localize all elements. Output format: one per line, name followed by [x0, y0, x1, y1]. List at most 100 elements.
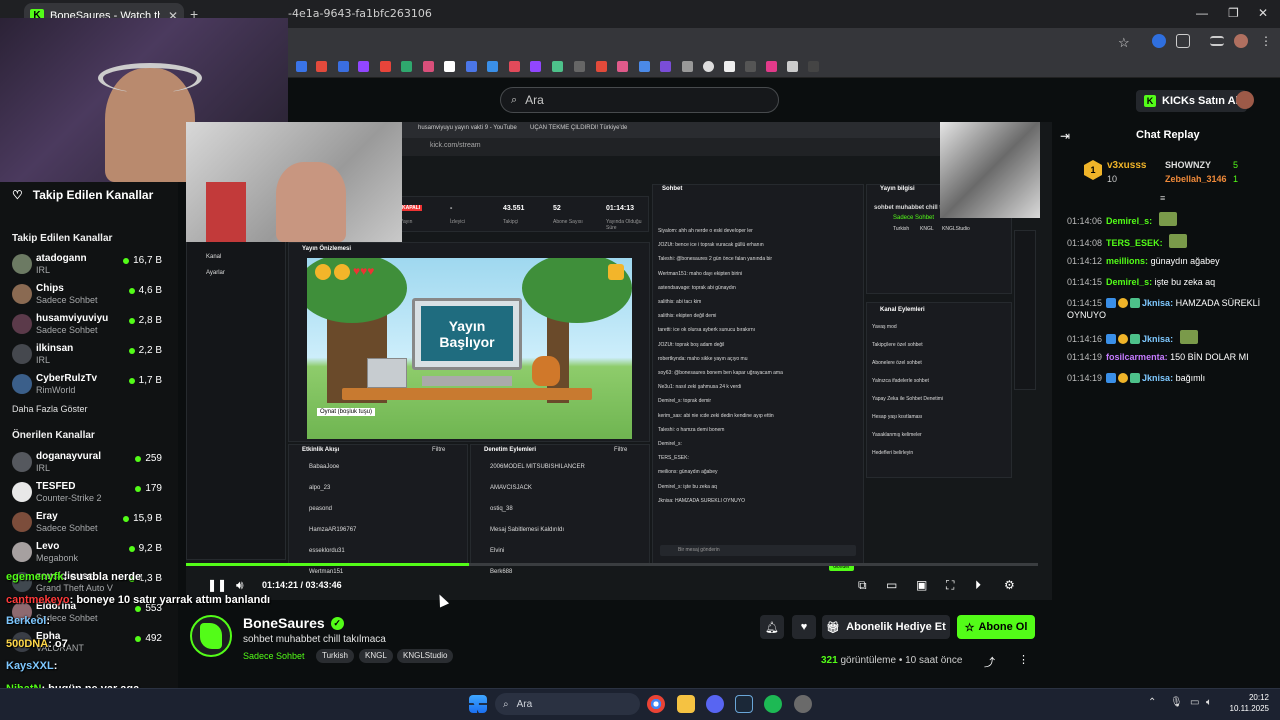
followed-channel-item[interactable]: Chips Sadece Sohbet 4,6 B — [12, 282, 162, 308]
followed-channel-item[interactable]: ilkinsan IRL 2,2 B — [12, 342, 162, 368]
tray-chevron-icon[interactable]: ⌃ — [1148, 697, 1156, 708]
bookmark-1-icon[interactable] — [296, 61, 307, 72]
app-icon[interactable] — [794, 695, 812, 713]
chat-username[interactable]: Jknisa: — [1142, 298, 1173, 308]
chat-username[interactable]: fosilcarmenta: — [1106, 352, 1168, 362]
viewer-count-text: 179 — [145, 483, 162, 494]
time-total: 03:43:46 — [305, 580, 342, 590]
show-more-link[interactable]: Daha Fazla Göster — [12, 404, 88, 414]
share-icon[interactable]: ⤴ — [984, 654, 995, 670]
chat-username[interactable]: Jknisa: — [1142, 334, 1173, 344]
maximize-icon[interactable]: ❐ — [1228, 6, 1239, 20]
bookmark-6-icon[interactable] — [401, 61, 412, 72]
speed-icon[interactable]: ⏵ — [975, 578, 981, 593]
bookmark-12-icon[interactable] — [530, 61, 541, 72]
chat-username[interactable]: Demirel_s: — [1106, 277, 1152, 287]
extension-icon[interactable] — [1152, 34, 1166, 48]
channel-name: Chips — [36, 283, 64, 294]
notification-bell-button[interactable]: 🔔︎ — [760, 615, 784, 639]
extensions-puzzle-icon[interactable] — [1176, 34, 1190, 48]
bookmark-16-icon[interactable] — [617, 61, 628, 72]
subscribe-button[interactable]: ☆ Abone Ol — [957, 615, 1035, 639]
tag-turkish[interactable]: Turkish — [316, 649, 354, 663]
chat-timestamp: 01:14:15 — [1067, 298, 1103, 308]
theater-icon[interactable]: ▭ — [886, 578, 897, 592]
fullscreen-icon[interactable]: ⛶ — [946, 578, 954, 593]
bookmark-2-icon[interactable] — [316, 61, 327, 72]
bookmark-14-icon[interactable] — [574, 61, 585, 72]
bookmark-22-icon[interactable] — [745, 61, 756, 72]
url-text[interactable]: -4e1a-9643-fa1bfc263106 — [288, 7, 432, 20]
bookmark-19-icon[interactable] — [682, 61, 693, 72]
followed-channel-item[interactable]: husamviyuviyu Sadece Sohbet 2,8 B — [12, 312, 162, 338]
steam-icon[interactable] — [735, 695, 753, 713]
volume-icon[interactable]: 🔊︎ — [236, 578, 244, 593]
user-avatar[interactable] — [1236, 91, 1254, 109]
bookmark-star-icon[interactable]: ☆ — [1118, 35, 1132, 50]
bookmark-8-icon[interactable] — [444, 61, 455, 72]
bookmark-13-icon[interactable] — [552, 61, 563, 72]
recommended-channel-item[interactable]: doganayvural IRL 259 — [12, 450, 162, 476]
speaker-icon[interactable]: 🔈︎ — [1206, 697, 1212, 708]
bookmark-15-icon[interactable] — [596, 61, 607, 72]
bookmark-23-icon[interactable] — [766, 61, 777, 72]
bookmark-9-icon[interactable] — [466, 61, 477, 72]
gift-subscription-button[interactable]: 🎁︎ Abonelik Hediye Et — [822, 615, 950, 639]
bookmark-20-icon[interactable] — [703, 61, 714, 72]
settings-icon[interactable]: ⚙ — [1004, 578, 1015, 592]
taskbar-search[interactable]: ⌕ Ara — [495, 693, 640, 715]
tag-kngl[interactable]: KNGL — [359, 649, 393, 663]
stream-category[interactable]: Sadece Sohbet — [243, 651, 305, 661]
bookmark-11-icon[interactable] — [509, 61, 520, 72]
bookmark-21-icon[interactable] — [724, 61, 735, 72]
minimize-icon[interactable]: — — [1196, 6, 1208, 20]
bookmark-3-icon[interactable] — [338, 61, 349, 72]
spotify-icon[interactable] — [764, 695, 782, 713]
chrome-taskbar-icon[interactable] — [647, 695, 665, 713]
chat-username[interactable]: TERS_ESEK: — [1106, 238, 1163, 248]
bookmark-4-icon[interactable] — [358, 61, 369, 72]
bookmark-18-icon[interactable] — [660, 61, 671, 72]
recommended-channel-item[interactable]: Eray Sadece Sohbet 15,9 B — [12, 510, 162, 536]
channel-avatar[interactable] — [190, 615, 232, 657]
tag-knglstudio[interactable]: KNGLStudio — [397, 649, 454, 663]
expand-leaderboard-icon[interactable]: ≡ — [1160, 193, 1165, 203]
bookmark-25-icon[interactable] — [808, 61, 819, 72]
channel-avatar — [12, 542, 32, 562]
channel-action-item: Yalnızca ifadelerle sohbet — [872, 378, 929, 384]
file-explorer-icon[interactable] — [677, 695, 695, 713]
recommended-channel-item[interactable]: TESFED Counter-Strike 2 179 — [12, 480, 162, 506]
followed-channel-item[interactable]: atadogann IRL 16,7 B — [12, 252, 162, 278]
bookmark-24-icon[interactable] — [787, 61, 798, 72]
reading-list-icon[interactable] — [1210, 36, 1224, 46]
close-window-icon[interactable]: ✕ — [1258, 6, 1268, 20]
inner-chat-message: meilions: günaydın ağabey — [658, 469, 718, 476]
bookmark-17-icon[interactable] — [639, 61, 650, 72]
collapse-chat-icon[interactable]: ⇥ — [1060, 129, 1070, 143]
recommended-channel-item[interactable]: Levo Megabonk 9,2 B — [12, 540, 162, 566]
buy-kicks-button[interactable]: K KICKs Satın Al — [1136, 90, 1247, 112]
clock-time: 20:12 — [1248, 693, 1269, 702]
search-input[interactable]: ⌕ Ara — [500, 87, 779, 113]
system-clock[interactable]: 20:12 10.11.2025 — [1225, 692, 1269, 714]
discord-icon[interactable] — [706, 695, 724, 713]
more-options-icon[interactable]: ⋮ — [1018, 653, 1029, 666]
follow-heart-button[interactable]: ♥ — [792, 615, 816, 639]
followed-channel-item[interactable]: CyberRulzTv RimWorld 1,7 B — [12, 372, 162, 398]
clip-icon[interactable]: ⧉ — [858, 578, 867, 593]
pip-icon[interactable]: ▣ — [916, 578, 927, 592]
viewer-count-text: 492 — [145, 633, 162, 644]
bookmark-5-icon[interactable] — [380, 61, 391, 72]
pause-icon[interactable]: ❚❚ — [207, 578, 227, 592]
microphone-icon[interactable]: 🎙︎ — [1170, 697, 1183, 708]
seek-bar[interactable] — [186, 563, 1038, 566]
chat-username[interactable]: meillions: — [1106, 256, 1148, 266]
chat-username[interactable]: Jknisa: — [1142, 373, 1173, 383]
bookmark-7-icon[interactable] — [423, 61, 434, 72]
channel-name[interactable]: BoneSaures ✓ — [243, 615, 344, 631]
bookmark-10-icon[interactable] — [487, 61, 498, 72]
chat-username[interactable]: Demirel_s: — [1106, 216, 1152, 226]
browser-menu-icon[interactable]: ⋮ — [1260, 34, 1274, 48]
network-icon[interactable]: ▭ — [1190, 697, 1199, 708]
profile-avatar-icon[interactable] — [1234, 34, 1248, 48]
